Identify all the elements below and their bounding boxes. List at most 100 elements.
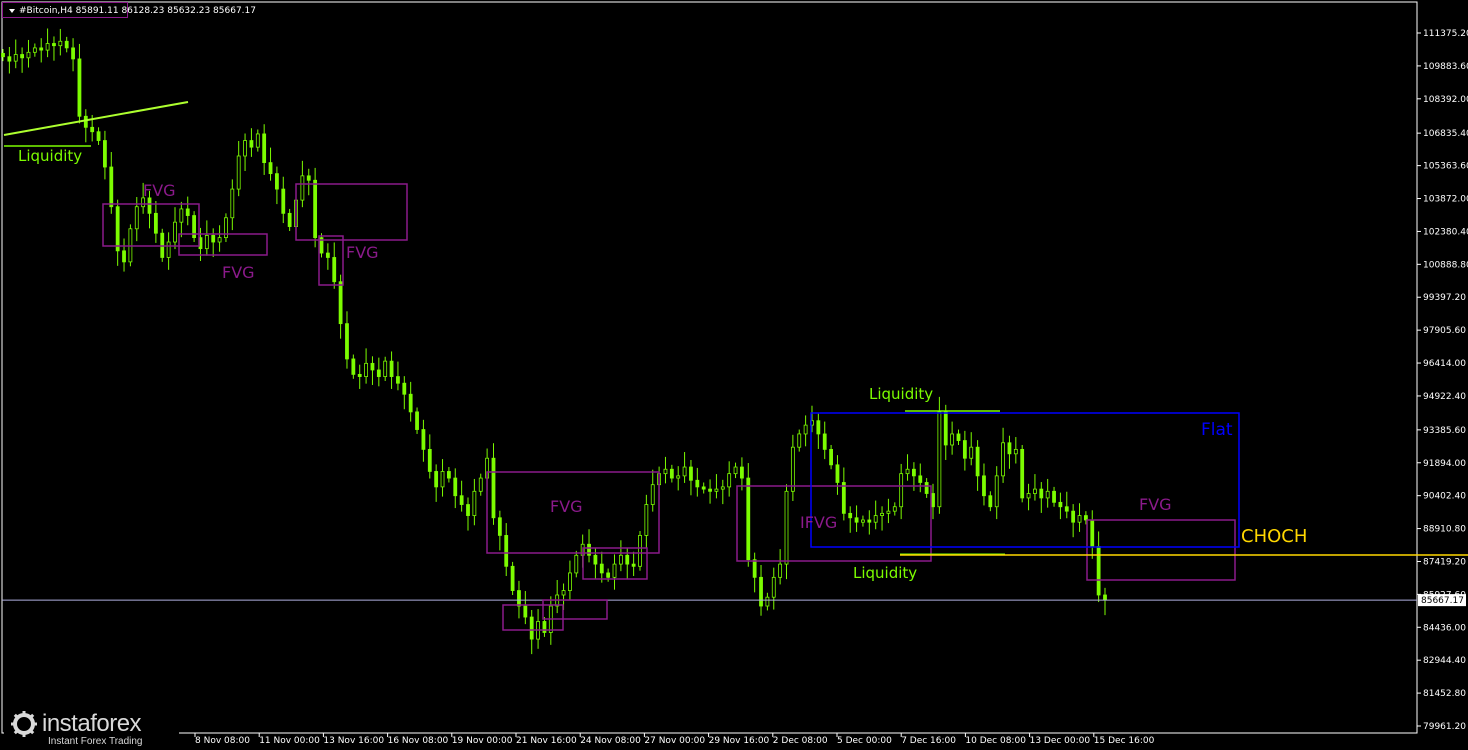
y-tick-label: 79961.20 [1423,722,1466,732]
candle-body [376,369,381,377]
fvg-label: FVG [346,243,379,262]
candle-body [517,590,521,607]
candle-body [822,433,827,450]
candle-body [841,482,846,514]
candle-body [421,429,426,450]
annotation-layer: FVG FVG FVG FVG FVG IFVG Flat Liquidity Liquidit… [2,101,1468,631]
candle-body [1007,442,1012,455]
candle-body [179,208,184,223]
candle-body [1013,448,1018,455]
x-tick-label: 5 Dec 00:00 [837,736,892,746]
candle-body [1077,515,1082,523]
candle-body [561,590,566,596]
candle-body [472,490,477,516]
y-tick-label: 87419.20 [1423,557,1466,567]
brand-tagline: Instant Forex Trading [48,736,143,747]
gear-logo-icon [11,711,37,737]
candle-body [1,53,5,58]
symbol-header[interactable]: #Bitcoin,H4 85891.11 86128.23 85632.23 8… [2,2,256,18]
dropdown-arrow-icon[interactable] [9,8,15,13]
candle-body [873,515,878,523]
candle-body [402,382,407,395]
candle-body [275,173,279,190]
candle-body [243,140,247,157]
candle-body [440,471,445,488]
candle-body [415,411,419,430]
choch-label: CHOCH [1241,526,1307,547]
y-tick-label: 111375.20 [1423,29,1468,39]
x-tick-label: 13 Dec 00:00 [1030,736,1091,746]
candle-body [453,477,458,497]
candle-body [568,572,572,591]
candle-body [211,235,216,243]
x-tick-label: 24 Nov 08:00 [580,736,641,746]
candle-body [364,362,368,377]
candle-body [510,565,515,591]
price-axis: 111375.20 109883.60 108392.00 106835.40 1053… [194,29,1468,746]
candle-body [408,393,413,413]
x-tick-label: 29 Nov 16:00 [709,736,770,746]
plot-border [1,1,1418,734]
liquidity-label: Liquidity [869,385,933,403]
candle-body [300,175,305,201]
candle-body [497,517,502,536]
candle-body [1064,506,1069,512]
candle-body [1039,488,1044,499]
y-tick-label: 105363.60 [1423,162,1468,172]
candle-body [1090,519,1095,547]
candle-body [644,504,649,536]
candle-body [962,440,967,459]
candle-body [816,420,821,435]
x-tick-label: 19 Nov 00:00 [452,736,513,746]
candle-body [599,563,604,574]
candle-body [83,115,88,128]
candle-body [7,56,12,62]
candle-body [695,479,700,488]
y-tick-label: 91894.00 [1423,459,1466,469]
current-price-label: 85667.17 [1421,596,1464,606]
fvg-label: FVG [222,263,255,282]
candle-body [396,376,400,384]
candle-body [625,554,630,565]
candle-body [529,616,534,640]
candle-body [90,126,95,133]
candle-body [1071,510,1076,523]
candle-body [975,446,980,477]
candle-body [255,133,260,148]
candle-body [669,468,674,479]
y-tick-label: 106835.40 [1423,129,1468,139]
candle-body [236,155,241,190]
candle-body [45,43,50,51]
y-tick-label: 90402.40 [1423,492,1466,502]
candle-body [994,475,999,508]
candle-body [969,446,974,459]
candle-body [109,166,114,208]
candle-body [861,519,865,523]
candle-body [886,510,891,514]
candle-body [765,596,770,607]
y-tick-label: 102380.40 [1423,227,1468,237]
candle-body [606,572,611,578]
candle-body [1026,493,1031,499]
candle-body [708,488,712,492]
candle-body [771,576,776,598]
y-tick-label: 97905.60 [1423,326,1466,336]
y-tick-label: 96414.00 [1423,359,1466,369]
fvg-zone [295,183,408,241]
fvg-zone [1086,519,1236,581]
candle-body [892,506,897,512]
x-tick-label: 7 Dec 16:00 [901,736,956,746]
candle-body [71,47,75,60]
candle-body [880,512,884,516]
fvg-label: FVG [550,497,583,516]
candle-body [446,471,451,479]
candle-body [338,281,343,325]
candle-body [249,140,254,148]
candle-body [147,197,152,214]
candle-body [13,54,18,62]
candle-body [1052,490,1056,503]
fvg-label: FVG [143,181,176,200]
candle-body [1096,546,1101,596]
candle-body [185,208,190,216]
x-tick-label: 16 Nov 08:00 [388,736,449,746]
